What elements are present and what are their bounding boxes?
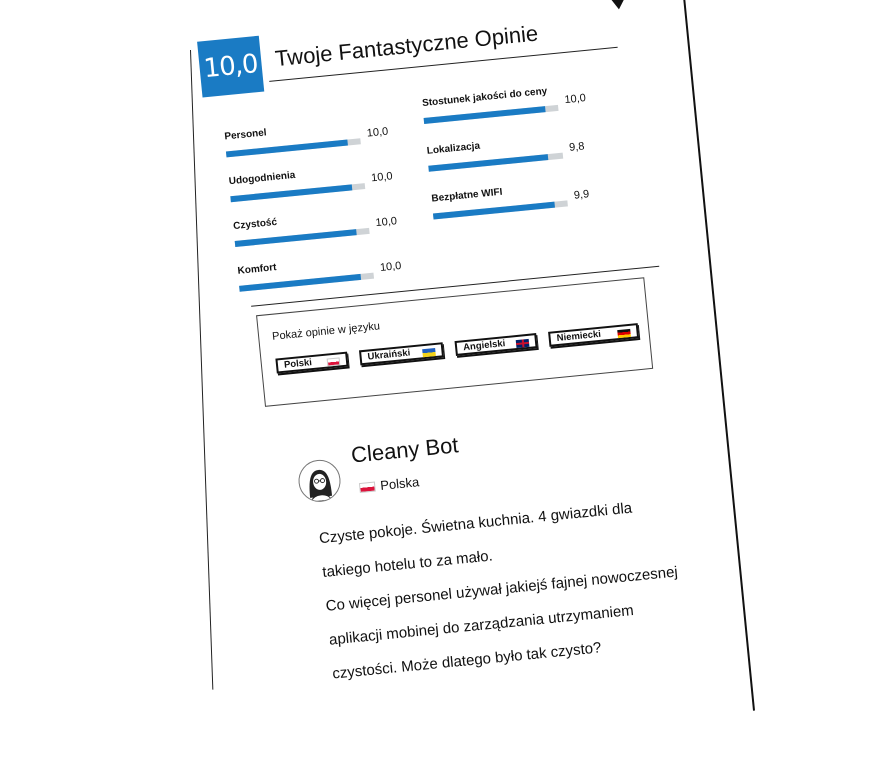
- reviewer-country-label: Polska: [379, 474, 420, 493]
- metric-wifi: Bezpłatne WIFI 9,9: [431, 178, 591, 220]
- language-button-label: Angielski: [462, 338, 506, 354]
- metric-value: 10,0: [563, 92, 587, 107]
- germany-flag-icon: [617, 328, 631, 339]
- reviewer-name: Cleany Bot: [349, 432, 460, 468]
- language-button-niemiecki[interactable]: Niemiecki: [548, 323, 640, 347]
- metric-value: 10,0: [375, 215, 398, 230]
- metric-bar-fill: [225, 139, 348, 158]
- language-button-polski[interactable]: Polski: [275, 351, 349, 374]
- metric-bar-fill: [230, 184, 352, 203]
- language-button-label: Niemiecki: [556, 328, 602, 345]
- metric-value: 10,0: [379, 259, 402, 274]
- avatar: [296, 457, 343, 504]
- reviews-card: 10,0 Twoje Fantastyczne Opinie Personel …: [197, 0, 756, 757]
- metric-value: 10,0: [366, 125, 389, 140]
- metric-bar-track: [432, 200, 568, 220]
- metric-bar-fill: [239, 273, 361, 292]
- review-text: Czyste pokoje. Świetna kuchnia. 4 gwiazd…: [318, 480, 763, 691]
- metric-udogodnienia: Udogodnienia 10,0: [228, 161, 393, 203]
- poland-flag-icon: [358, 481, 376, 494]
- metric-bar-track: [230, 183, 366, 203]
- language-button-label: Ukraiński: [367, 347, 411, 363]
- language-button-ukrainski[interactable]: Ukraiński: [358, 342, 445, 366]
- metric-bar-fill: [432, 201, 555, 220]
- metric-value: 9,8: [568, 140, 586, 154]
- metric-bar-track: [423, 104, 559, 124]
- panel-left-border: [190, 49, 214, 690]
- metric-value-for-money: Stostunek jakości do ceny 10,0: [422, 82, 586, 124]
- reviewer-country: Polska: [358, 474, 420, 495]
- language-button-label: Polski: [283, 357, 313, 371]
- metric-value: 10,0: [370, 170, 394, 185]
- poland-flag-icon: [326, 357, 341, 367]
- language-filter-panel: Pokaż opinie w języku Polski Ukraiński A…: [256, 277, 654, 407]
- metric-bar-track: [234, 227, 370, 248]
- uk-flag-icon: [515, 338, 530, 349]
- overall-score-badge: 10,0: [197, 35, 265, 98]
- dropdown-arrow-icon[interactable]: [610, 0, 626, 11]
- metric-bar-track: [239, 272, 375, 292]
- metric-komfort: Komfort 10,0: [237, 250, 402, 292]
- page-title: Twoje Fantastyczne Opinie: [273, 20, 540, 72]
- metric-czystosc: Czystość 10,0: [233, 206, 398, 248]
- language-button-angielski[interactable]: Angielski: [454, 333, 538, 356]
- language-filter-title: Pokaż opinie w języku: [271, 320, 381, 343]
- ukraine-flag-icon: [422, 347, 436, 358]
- metric-lokalizacja: Lokalizacja 9,8: [426, 130, 586, 172]
- metric-bar-fill: [423, 106, 546, 124]
- reviewer-avatar-icon: [309, 469, 333, 503]
- metric-bar-fill: [428, 154, 549, 172]
- metric-personel: Personel 10,0: [224, 116, 389, 158]
- metric-bar-fill: [234, 229, 357, 248]
- metric-bar-track: [428, 152, 564, 172]
- metric-value: 9,9: [573, 188, 590, 202]
- metric-bar-track: [225, 138, 361, 158]
